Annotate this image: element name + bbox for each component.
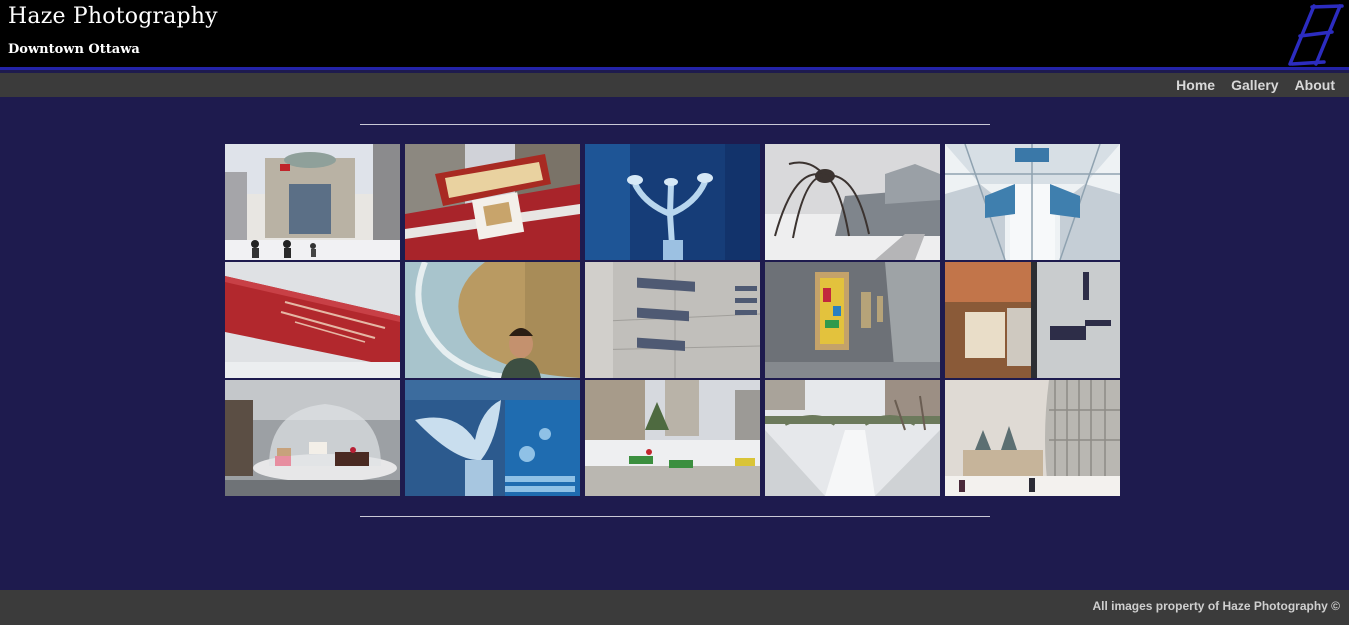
italic-h-logo-icon[interactable] (1284, 2, 1346, 68)
top-divider (360, 124, 990, 125)
rideau-canal-bridge-photo[interactable] (765, 380, 940, 496)
ice-sculpture-blue-photo[interactable] (585, 144, 760, 260)
national-gallery-ticket-photo[interactable] (225, 262, 400, 378)
nav-home-link[interactable]: Home (1176, 77, 1215, 93)
photo-gallery (225, 144, 1120, 496)
maman-spider-national-gallery-photo[interactable] (765, 144, 940, 260)
european-american-galleries-sign-photo[interactable] (585, 262, 760, 378)
macarons-cake-dome-photo[interactable] (225, 380, 400, 496)
nav-gallery-link[interactable]: Gallery (1231, 77, 1278, 93)
glass-atrium-ceiling-photo[interactable] (945, 144, 1120, 260)
skating-rink-city-photo[interactable] (585, 380, 760, 496)
nav-bar: Home Gallery About (0, 73, 1349, 97)
bottom-divider (360, 516, 990, 517)
man-in-curved-wall-photo[interactable] (405, 262, 580, 378)
nav-about-link[interactable]: About (1295, 77, 1335, 93)
copyright-text: All images property of Haze Photography … (1092, 599, 1340, 613)
site-subtitle: Downtown Ottawa (8, 42, 140, 57)
site-title: Haze Photography (8, 4, 218, 29)
site-footer: All images property of Haze Photography … (0, 590, 1349, 625)
winterlude-ice-sculpture-photo[interactable] (405, 380, 580, 496)
beavertails-sign-photo[interactable] (405, 144, 580, 260)
chateau-laurier-winter-photo[interactable] (945, 380, 1120, 496)
cafe-des-beaux-arts-photo[interactable] (945, 262, 1120, 378)
city-hall-plaza-photo[interactable] (225, 144, 400, 260)
gallery-paintings-wall-photo[interactable] (765, 262, 940, 378)
nav-links: Home Gallery About (1176, 73, 1335, 97)
site-header: Haze Photography Downtown Ottawa (0, 0, 1349, 70)
